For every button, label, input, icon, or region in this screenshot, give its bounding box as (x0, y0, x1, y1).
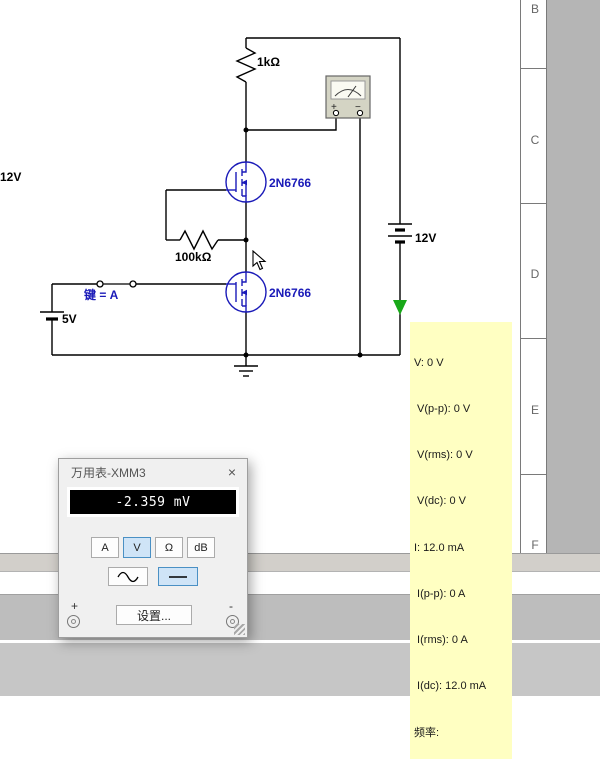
resistor-r2[interactable] (179, 229, 219, 251)
mouse-cursor (252, 250, 267, 271)
dc-mode-button[interactable] (158, 567, 198, 586)
resistor-r1-value: 1kΩ (257, 55, 280, 69)
mosfet-q1-label: 2N6766 (269, 176, 311, 190)
positive-terminal-jack[interactable] (67, 615, 80, 628)
battery-12v-label: 12V (415, 231, 436, 245)
probe-readout-line: I: 12.0 mA (414, 541, 465, 554)
mosfet-q2-label: 2N6766 (269, 286, 311, 300)
ground-symbol[interactable] (234, 355, 258, 377)
sheet-row-divider (520, 474, 547, 475)
sheet-row-divider (520, 203, 547, 204)
probe-readout-line: V(dc): 0 V (414, 495, 466, 508)
mode-button-ampere[interactable]: A (91, 537, 119, 558)
switch-key-label: 键 = A (83, 287, 119, 302)
sheet-row-letter: F (531, 538, 539, 552)
probe-readout-line: I(p-p): 0 A (414, 587, 466, 600)
multimeter-dialog: 万用表-XMM3 × -2.359 mV A V Ω dB + - 设置... (58, 458, 248, 638)
mode-button-db[interactable]: dB (187, 537, 215, 558)
workspace-outside-area (547, 0, 600, 553)
resize-grip[interactable] (234, 624, 245, 635)
probe-readout: V: 0 V V(p-p): 0 V V(rms): 0 V V(dc): 0 … (410, 322, 512, 759)
mode-button-ohm[interactable]: Ω (155, 537, 183, 558)
resistor-r2-value: 100kΩ (175, 250, 212, 264)
probe-readout-line: 频率: (414, 726, 440, 739)
meter-gauge-icon (330, 80, 366, 100)
probe-readout-line: V(rms): 0 V (414, 449, 473, 462)
ac-mode-button[interactable] (108, 567, 148, 586)
switch-key-a[interactable] (96, 280, 137, 288)
mode-button-volt[interactable]: V (123, 537, 151, 558)
battery-5v[interactable] (40, 311, 64, 321)
xmm3-instrument-icon[interactable]: + − (325, 75, 371, 119)
mosfet-q1[interactable] (225, 161, 267, 203)
close-icon[interactable]: × (217, 459, 247, 485)
probe-readout-line: V: 0 V (414, 356, 444, 369)
negative-terminal-label: - (229, 599, 233, 613)
multimeter-title: 万用表-XMM3 (71, 465, 146, 480)
probe-readout-line: V(p-p): 0 V (414, 403, 471, 416)
resistor-r1[interactable] (235, 47, 257, 83)
current-probe-arrow-icon[interactable] (393, 300, 407, 315)
sheet-border-line (520, 0, 521, 553)
probe-readout-line: I(rms): 0 A (414, 634, 468, 647)
ac-waveform-icon (117, 571, 139, 582)
sheet-row-divider (520, 338, 547, 339)
left-edge-12v-label: 12V (0, 170, 21, 184)
probe-readout-line: I(dc): 12.0 mA (414, 680, 487, 693)
multimeter-mode-buttons: A V Ω dB (59, 537, 247, 558)
sheet-row-letter: D (530, 267, 540, 281)
junction-dots (243, 127, 363, 358)
dc-waveform-icon (169, 575, 187, 578)
sheet-row-divider (520, 68, 547, 69)
positive-terminal-label: + (71, 599, 79, 613)
multimeter-titlebar[interactable]: 万用表-XMM3 × (59, 459, 247, 485)
sheet-row-letter: B (530, 2, 539, 16)
settings-button[interactable]: 设置... (116, 605, 192, 625)
battery-12v[interactable] (388, 223, 412, 244)
battery-5v-label: 5V (62, 312, 77, 326)
sheet-row-letter: E (530, 403, 539, 417)
multimeter-reading-display: -2.359 mV (67, 487, 239, 517)
mosfet-q2[interactable] (225, 271, 267, 313)
sheet-row-letter: C (530, 133, 540, 147)
multimeter-waveform-buttons (59, 567, 247, 586)
